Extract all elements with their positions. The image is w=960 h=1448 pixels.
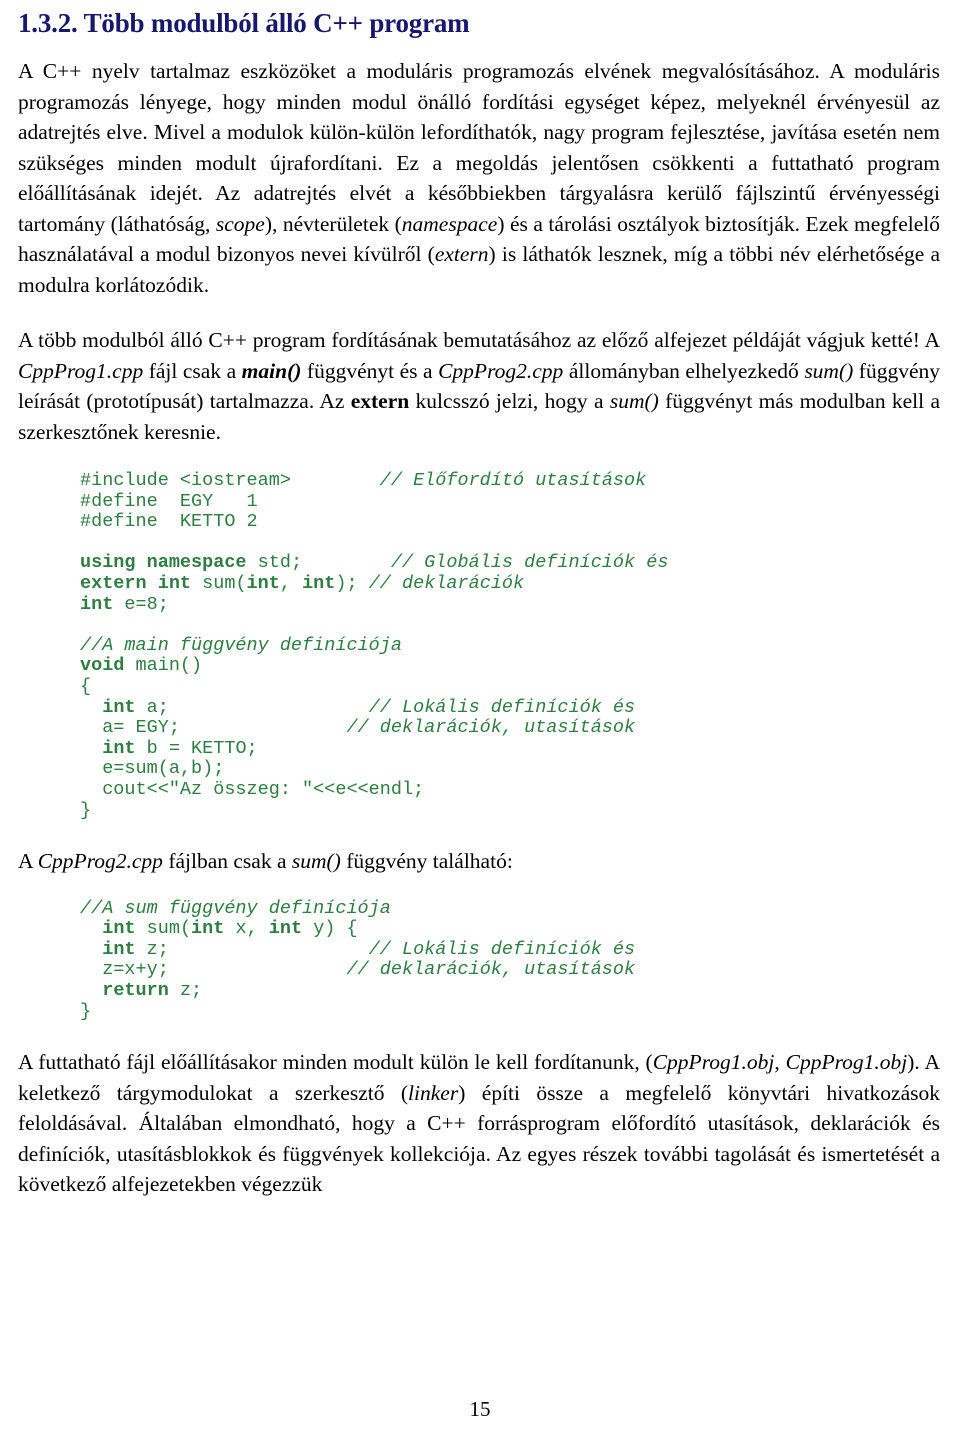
code-block-cppprog2: //A sum függvény definíciója int sum(int…: [80, 897, 636, 1022]
page-number: 15: [469, 1397, 491, 1421]
page-title: 1.3.2. Több modulból álló C++ program: [18, 8, 470, 38]
paragraph-example-intro: A több modulból álló C++ program fordítá…: [18, 328, 940, 444]
paragraph-conclusion: A futtatható fájl előállításakor minden …: [18, 1050, 940, 1197]
paragraph-intro: A C++ nyelv tartalmaz eszközöket a modul…: [18, 59, 941, 297]
document-page: 1.3.2. Több modulból álló C++ program A …: [0, 0, 960, 1448]
code-block-cppprog1: #include <iostream> // Előfordító utasít…: [80, 470, 669, 821]
paragraph-cppprog2-intro: A CppProg2.cpp fájlban csak a sum() függ…: [18, 849, 513, 874]
